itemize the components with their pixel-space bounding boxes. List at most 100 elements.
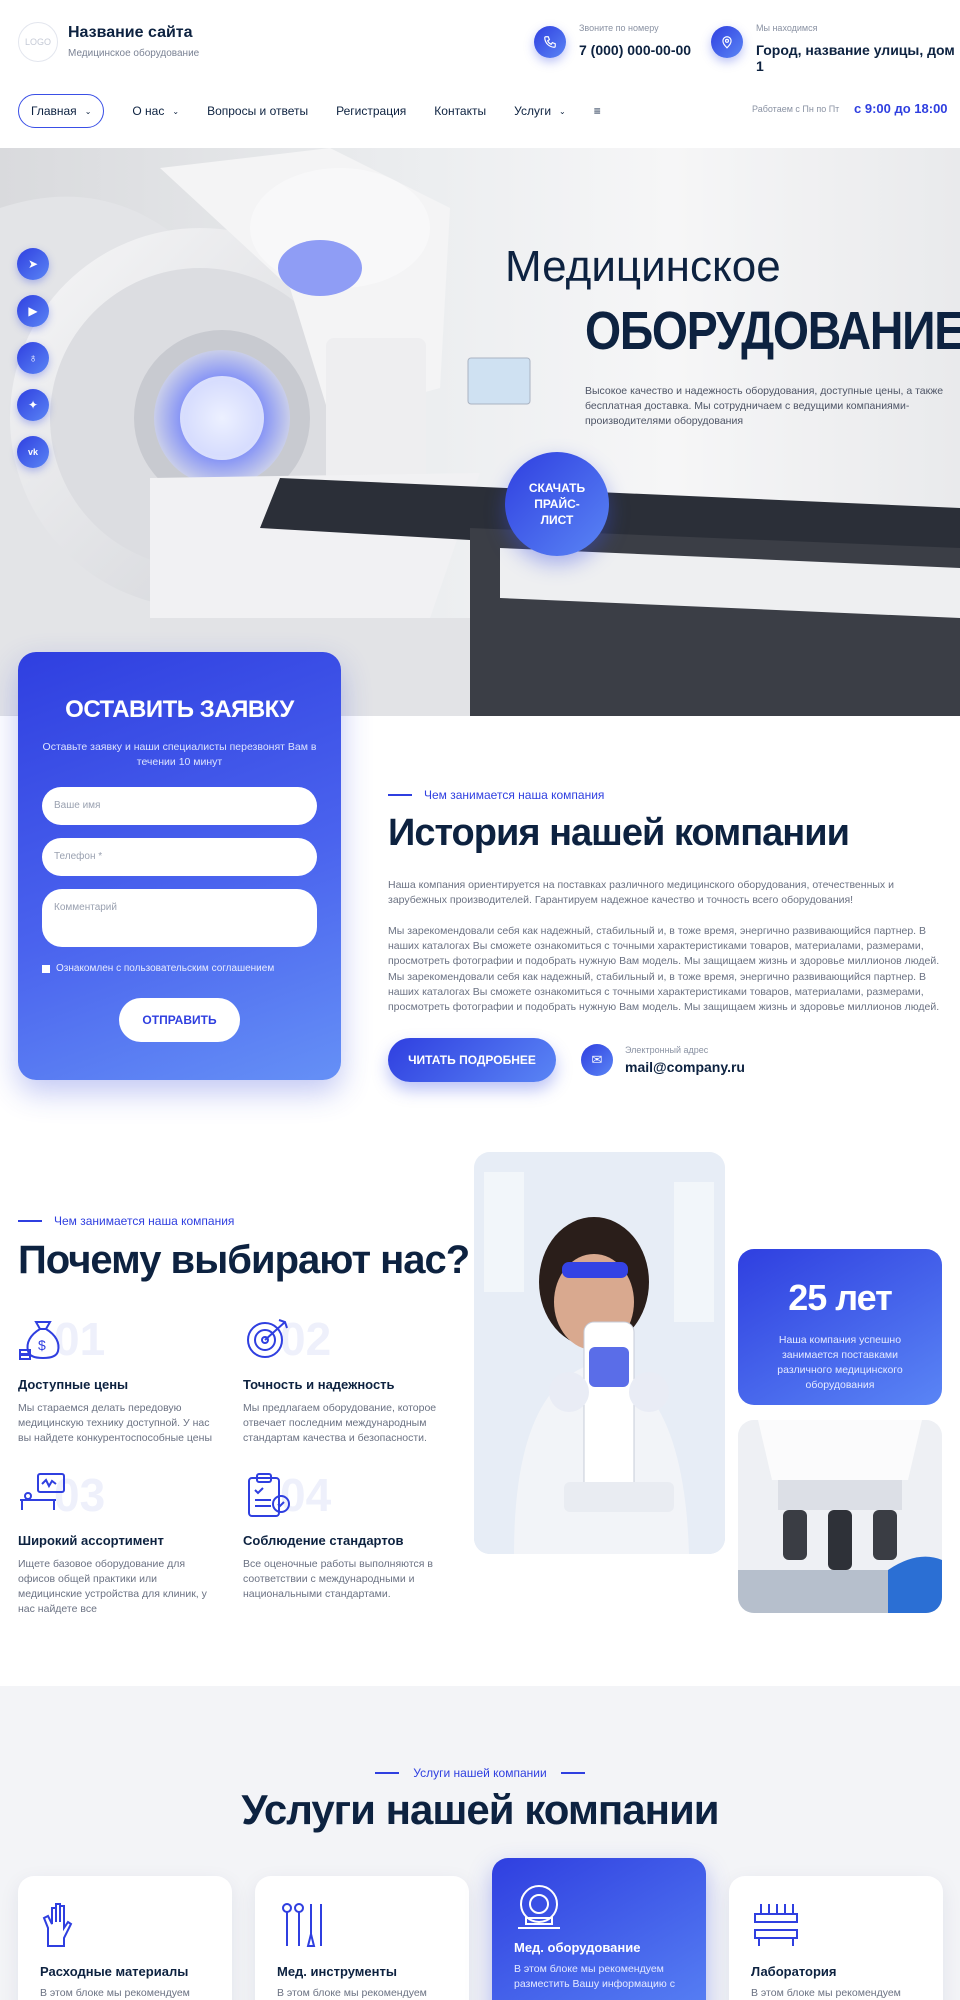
phone-field[interactable]: Телефон *	[42, 838, 317, 876]
read-more-button[interactable]: ЧИТАТЬ ПОДРОБНЕЕ	[388, 1038, 556, 1082]
phone-icon[interactable]	[534, 26, 566, 58]
feature-title: Широкий ассортимент	[18, 1533, 164, 1548]
microscope-photo	[738, 1420, 942, 1613]
odnoklassniki-icon[interactable]: ♁	[17, 342, 49, 374]
hero-title-line1: Медицинское	[505, 242, 781, 291]
youtube-icon[interactable]: ▶	[17, 295, 49, 327]
feature-title: Точность и надежность	[243, 1377, 395, 1392]
service-text: В этом блоке мы рекомендуем	[277, 1987, 427, 1999]
nav-services-label: Услуги	[514, 104, 552, 118]
nav-home[interactable]: Главная ⌄	[18, 94, 105, 128]
mail-icon[interactable]: ✉	[581, 1044, 613, 1076]
request-form: ОСТАВИТЬ ЗАЯВКУ Оставьте заявку и наши с…	[18, 652, 341, 1080]
main-nav: Главная ⌄ О нас ⌄ Вопросы и ответы Регис…	[18, 93, 629, 129]
scientist-illustration	[474, 1152, 725, 1554]
chevron-down-icon: ⌄	[172, 106, 180, 116]
eyebrow-line	[560, 1772, 585, 1774]
nav-faq-label: Вопросы и ответы	[207, 104, 309, 118]
service-name: Расходные материалы	[40, 1964, 189, 1979]
service-text: В этом блоке мы рекомендуем	[751, 1987, 901, 1999]
target-icon	[247, 1319, 288, 1358]
comment-field[interactable]: Комментарий	[42, 889, 317, 947]
radiotherapy-machine-image	[0, 148, 960, 716]
location-icon	[711, 26, 743, 58]
menu-glyph: ≡	[593, 104, 601, 118]
monitor-bed-icon	[20, 1473, 65, 1510]
vk-icon[interactable]: vk	[17, 436, 49, 468]
hours-label: Работаем с Пн по Пт	[752, 104, 840, 114]
nav-registration-label: Регистрация	[336, 104, 407, 118]
why-eyebrow: Чем занимается наша компания	[18, 1214, 234, 1228]
nav-registration[interactable]: Регистрация	[336, 104, 406, 118]
feature-text: Все оценочные работы выполняются в соотв…	[243, 1558, 433, 1600]
years-value: 25 лет	[788, 1277, 893, 1318]
hero-title-line2: ОБОРУДОВАНИЕ	[585, 301, 960, 361]
service-name: Мед. оборудование	[514, 1940, 641, 1955]
hours-value: с 9:00 до 18:00	[854, 101, 948, 116]
feature-text: Мы предлагаем оборудование, которое отве…	[243, 1402, 437, 1444]
service-text: В этом блоке мы рекомендуем	[40, 1987, 190, 1999]
feature-text: Ищете базовое оборудование для офисов об…	[18, 1558, 207, 1615]
lab-scientist-photo	[474, 1152, 725, 1554]
site-subtitle: Медицинское оборудование	[68, 48, 200, 59]
service-text: В этом блоке мы рекомендуем разместить В…	[514, 1963, 675, 1990]
nav-home-label: Главная	[31, 104, 77, 118]
nav-about[interactable]: О нас ⌄	[132, 104, 179, 118]
money-bag-icon: $	[19, 1321, 60, 1360]
history-paragraph-1: Наша компания ориентируется на поставках…	[388, 879, 894, 906]
mail-label: Электронный адрес	[625, 1045, 709, 1055]
nav-services[interactable]: Услуги ⌄	[514, 104, 566, 118]
history-title: История нашей компании	[388, 812, 850, 854]
feature-text: Мы стараемся делать передовую медицинску…	[18, 1402, 212, 1444]
nav-about-label: О нас	[132, 104, 165, 118]
download-price-button[interactable]: СКАЧАТЬ ПРАЙС-ЛИСТ	[505, 452, 609, 556]
checkbox-box[interactable]	[42, 964, 50, 973]
name-field[interactable]: Ваше имя	[42, 787, 317, 825]
services-section: Услуги нашей компании Услуги нашей компа…	[0, 1686, 960, 2000]
agreement-label: Ознакомлен с пользовательским соглашение…	[56, 963, 275, 974]
eyebrow-line	[375, 1772, 400, 1774]
lab-rack-icon	[754, 1904, 798, 1946]
agreement-checkbox[interactable]: Ознакомлен с пользовательским соглашение…	[42, 963, 274, 974]
eyebrow-line	[388, 794, 412, 796]
chevron-down-icon: ⌄	[84, 106, 92, 116]
services-eyebrow-text: Услуги нашей компании	[413, 1766, 547, 1780]
instruments-icon	[282, 1903, 322, 1947]
feature-title: Доступные цены	[18, 1377, 129, 1392]
service-name: Мед. инструменты	[277, 1964, 397, 1979]
history-paragraph-2: Мы зарекомендовали себя как надежный, ст…	[388, 925, 940, 967]
years-text: Наша компания успешно занимается поставк…	[777, 1334, 903, 1391]
phone-number[interactable]: 7 (000) 000-00-00	[579, 42, 691, 58]
mri-scanner-icon	[518, 1885, 560, 1929]
site-name[interactable]: Название сайта	[68, 24, 193, 42]
nav-faq[interactable]: Вопросы и ответы	[207, 104, 308, 118]
hero-banner: ➤ ▶ ♁ ✦ vk Медицинское ОБОРУДОВАНИЕ Высо…	[0, 148, 960, 716]
mail-address[interactable]: mail@company.ru	[625, 1059, 745, 1075]
eyebrow-line	[18, 1220, 42, 1222]
address-label: Мы находимся	[756, 23, 818, 33]
clipboard-check-icon	[248, 1473, 290, 1517]
gloves-icon	[42, 1903, 73, 1947]
form-subtitle: Оставьте заявку и наши специалисты перез…	[42, 741, 317, 768]
years-card: 25 лет Наша компания успешно занимается …	[738, 1249, 942, 1405]
history-paragraph-3: Мы зарекомендовали себя как надежный, ст…	[388, 971, 940, 1013]
nav-contacts[interactable]: Контакты	[434, 104, 486, 118]
form-title: ОСТАВИТЬ ЗАЯВКУ	[65, 696, 294, 723]
history-eyebrow: Чем занимается наша компания	[388, 788, 604, 802]
services-eyebrow: Услуги нашей компании	[0, 1766, 960, 1780]
submit-button[interactable]: ОТПРАВИТЬ	[119, 998, 240, 1042]
twitter-icon[interactable]: ✦	[17, 389, 49, 421]
nav-contacts-label: Контакты	[434, 104, 487, 118]
service-card[interactable]: Расходные материалы В этом блоке мы реко…	[18, 1876, 232, 2000]
chevron-down-icon: ⌄	[559, 106, 566, 116]
address: Город, название улицы, дом 1	[756, 42, 955, 74]
menu-icon[interactable]: ≡	[594, 104, 601, 118]
services-title: Услуги нашей компании	[241, 1786, 719, 1833]
service-card-active[interactable]: Мед. оборудование В этом блоке мы рекоме…	[492, 1858, 706, 2000]
service-card[interactable]: Мед. инструменты В этом блоке мы рекомен…	[255, 1876, 469, 2000]
why-title: Почему выбирают нас?	[18, 1238, 470, 1282]
logo[interactable]: LOGO	[18, 22, 58, 62]
feature-title: Соблюдение стандартов	[243, 1533, 404, 1548]
telegram-icon[interactable]: ➤	[17, 248, 49, 280]
service-card[interactable]: Лаборатория В этом блоке мы рекомендуем	[729, 1876, 943, 2000]
